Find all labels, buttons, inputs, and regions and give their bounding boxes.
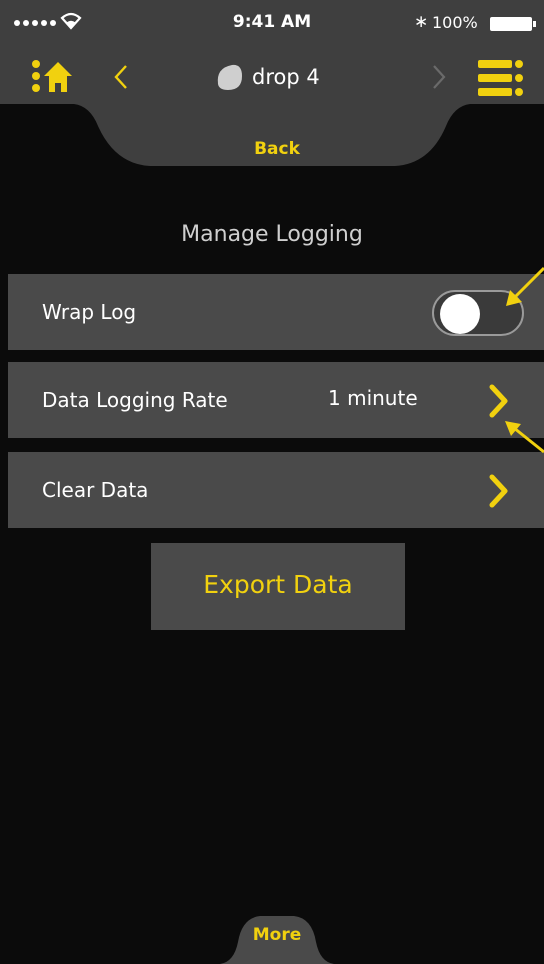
annotation-arrows [505,266,544,454]
phone-screen: 9:41 AM ∗ 100% drop 4 Back Manage Loggin… [0,0,544,964]
more-button[interactable]: More [242,925,312,945]
